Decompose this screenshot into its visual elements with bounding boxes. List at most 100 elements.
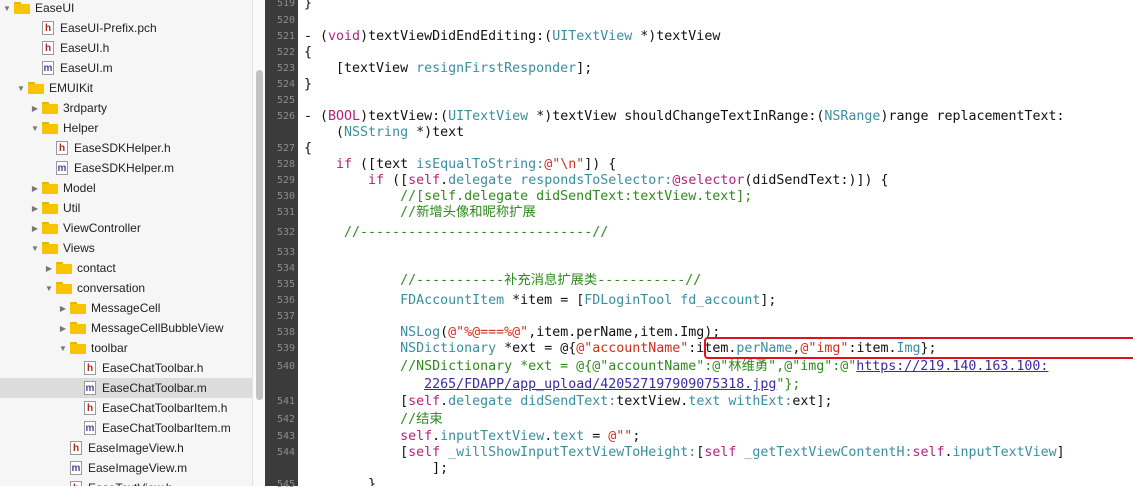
line-number: 526: [276, 111, 295, 122]
disclosure-closed-icon[interactable]: ▶: [44, 262, 54, 274]
disclosure-closed-icon: [58, 482, 68, 486]
disclosure-closed-icon: [30, 62, 40, 74]
navigator-group[interactable]: ▶ contact: [0, 258, 265, 278]
navigator-file[interactable]: m EaseChatToolbarItem.m: [0, 418, 265, 438]
code-line-519: }: [304, 0, 313, 11]
disclosure-open-icon[interactable]: ▼: [16, 82, 26, 94]
disclosure-closed-icon[interactable]: ▶: [58, 322, 68, 334]
line-number: 524: [276, 79, 295, 90]
navigator-item-label: EaseChatToolbar.m: [102, 381, 207, 395]
navigator-item-label: Model: [63, 181, 96, 195]
navigator-file[interactable]: h EaseImageView.h: [0, 438, 265, 458]
line-number: 533: [276, 247, 295, 258]
line-number: 527: [276, 143, 295, 154]
disclosure-closed-icon[interactable]: ▶: [30, 202, 40, 214]
navigator-group[interactable]: ▼ EMUIKit: [0, 78, 265, 98]
disclosure-closed-icon: [72, 382, 82, 394]
navigator-group[interactable]: ▶ MessageCell: [0, 298, 265, 318]
navigator-group[interactable]: ▶ Util: [0, 198, 265, 218]
navigator-item-label: EaseUI-Prefix.pch: [60, 21, 157, 35]
code-line-544: [self _willShowInputTextViewToHeight:[se…: [304, 445, 1065, 460]
navigator-group[interactable]: ▶ Model: [0, 178, 265, 198]
navigator-group[interactable]: ▼ Views: [0, 238, 265, 258]
source-file-icon: m: [56, 161, 68, 175]
navigator-item-label: EaseTextView.h: [88, 481, 173, 486]
disclosure-closed-icon[interactable]: ▶: [30, 182, 40, 194]
line-number: 529: [276, 175, 295, 186]
navigator-item-label: EMUIKit: [49, 81, 94, 95]
navigator-file[interactable]: h EaseChatToolbarItem.h: [0, 398, 265, 418]
navigator-file[interactable]: h EaseSDKHelper.h: [0, 138, 265, 158]
folder-icon: [42, 202, 58, 214]
folder-icon: [70, 322, 86, 334]
header-file-icon: h: [84, 361, 96, 375]
disclosure-open-icon[interactable]: ▼: [30, 242, 40, 254]
navigator-item-label: Util: [63, 201, 81, 215]
disclosure-closed-icon: [30, 22, 40, 34]
code-line-526: - (BOOL)textView:(UITextView *)textView …: [304, 109, 1065, 124]
navigator-file[interactable]: m EaseImageView.m: [0, 458, 265, 478]
disclosure-open-icon[interactable]: ▼: [2, 2, 12, 14]
line-number: 531: [276, 207, 295, 218]
disclosure-closed-icon[interactable]: ▶: [58, 302, 68, 314]
disclosure-open-icon[interactable]: ▼: [30, 122, 40, 134]
navigator-group[interactable]: ▼ conversation: [0, 278, 265, 298]
navigator-group[interactable]: ▶ 3rdparty: [0, 98, 265, 118]
disclosure-open-icon[interactable]: ▼: [58, 342, 68, 354]
source-file-icon: m: [70, 461, 82, 475]
navigator-file[interactable]: m EaseChatToolbar.m: [0, 378, 265, 398]
line-number: 532: [276, 227, 295, 238]
navigator-item-label: toolbar: [91, 341, 128, 355]
code-line-527: {: [304, 141, 313, 156]
navigator-group[interactable]: ▶ MessageCellBubbleView: [0, 318, 265, 338]
disclosure-closed-icon[interactable]: ▶: [30, 222, 40, 234]
line-number: 543: [276, 431, 295, 442]
navigator-group[interactable]: ▼ Helper: [0, 118, 265, 138]
navigator-group[interactable]: ▼ EaseUI: [0, 0, 254, 18]
navigator-file[interactable]: h EaseUI.h: [0, 38, 265, 58]
source-file-icon: m: [42, 61, 54, 75]
code-line-542: //结束: [304, 412, 443, 427]
navigator-item-label: 3rdparty: [63, 101, 108, 115]
navigator-item-label: conversation: [77, 281, 146, 295]
code-line-528: if ([text isEqualToString:@"\n"]) {: [336, 157, 617, 172]
navigator-file[interactable]: h EaseTextView.h: [0, 478, 265, 486]
navigator-scroll-thumb[interactable]: [256, 70, 263, 400]
navigator-file[interactable]: m EaseSDKHelper.m: [0, 158, 265, 178]
navigator-group[interactable]: ▶ ViewController: [0, 218, 265, 238]
header-file-icon: h: [42, 21, 54, 35]
code-line-535: //-----------补充消息扩展类-----------//: [304, 273, 702, 288]
navigator-file[interactable]: h EaseChatToolbar.h: [0, 358, 265, 378]
line-number: 542: [276, 414, 295, 425]
code-editor[interactable]: } - (void)textViewDidEndEditing:(UITextV…: [298, 0, 1133, 486]
disclosure-closed-icon[interactable]: ▶: [30, 102, 40, 114]
navigator-item-label: MessageCellBubbleView: [91, 321, 224, 335]
disclosure-closed-icon: [72, 422, 82, 434]
code-line-543: self.inputTextView.text = @"";: [400, 429, 641, 444]
folder-icon: [42, 242, 58, 254]
disclosure-open-icon[interactable]: ▼: [44, 282, 54, 294]
code-line-545: }: [304, 477, 377, 486]
navigator-item-label: Views: [63, 241, 95, 255]
line-number: 528: [276, 159, 295, 170]
url-link-continued[interactable]: 2265/FDAPP/app_upload/420527197909075318…: [424, 377, 776, 392]
line-number: 521: [276, 31, 295, 42]
line-number: 540: [276, 361, 295, 372]
url-link[interactable]: https://219.140.163.100:: [856, 359, 1048, 374]
navigator-scrollbar[interactable]: [252, 0, 265, 486]
navigator-group[interactable]: ▼ toolbar: [0, 338, 265, 358]
navigator-item-label: EaseSDKHelper.h: [74, 141, 171, 155]
disclosure-closed-icon: [58, 442, 68, 454]
navigator-item-label: EaseImageView.h: [88, 441, 184, 455]
line-number: 545: [276, 479, 295, 490]
header-file-icon: h: [70, 441, 82, 455]
disclosure-closed-icon: [72, 402, 82, 414]
folder-icon: [14, 2, 30, 14]
navigator-file[interactable]: h EaseUI-Prefix.pch: [0, 18, 265, 38]
folder-icon: [42, 102, 58, 114]
navigator-file[interactable]: m EaseUI.m: [0, 58, 265, 78]
navigator-item-label: contact: [77, 261, 116, 275]
disclosure-closed-icon: [58, 462, 68, 474]
code-line-532: //-----------------------------//: [304, 225, 609, 240]
folder-icon: [70, 342, 86, 354]
